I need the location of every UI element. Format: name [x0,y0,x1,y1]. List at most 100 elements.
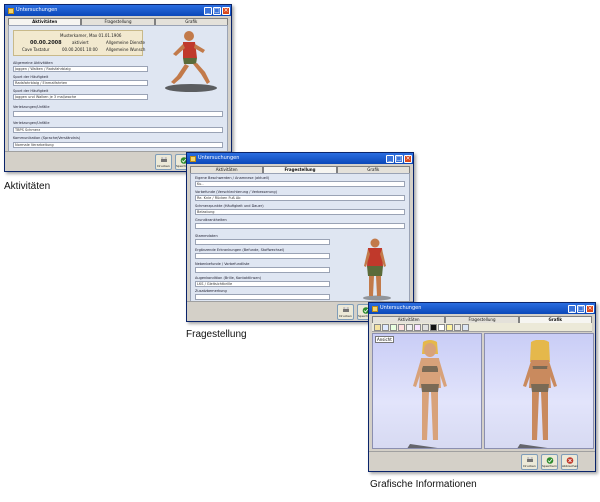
pen-icon[interactable] [398,323,405,331]
field-input[interactable]: Normale Verarbeitung [13,142,223,148]
tab-bar: Aktivitäten Fragestellung Grafik [372,316,592,323]
print-label: Drucken [339,314,352,318]
measure-icon[interactable] [406,323,413,331]
visit-sub1: Cave Tastatur [22,47,50,52]
field-label: Verletzungen/Unfälle [13,121,50,125]
field-label: Ergänzende Erkrankungen (Befunde, Stoffw… [195,248,285,252]
field-input[interactable]: Joggen und Walken je 3 mal/woche [13,94,148,100]
tab-bar: Aktivitäten Fragestellung Grafik [8,18,228,25]
field-label: Augenkondition (Brille, Kontaktlinsen) [195,276,262,280]
print-button[interactable]: Drucken [155,154,172,170]
close-icon[interactable]: × [586,304,594,313]
field-input[interactable]: LKS / Gleitsichtbrille [195,281,330,287]
close-icon[interactable]: × [404,154,412,163]
field-label: Allgemeine Aktivitäten [13,61,53,65]
field-input[interactable]: Ku.. [195,181,405,187]
field-input[interactable]: Belastung [195,209,405,215]
field-input[interactable]: Joggen / Walken / Radsfahrblaig [13,66,148,72]
maximize-icon[interactable]: □ [395,154,403,163]
print-button[interactable]: Drucken [521,454,538,470]
visit-date: 00.00.2008 [30,40,62,46]
app-icon [190,155,196,162]
viewport-tag[interactable]: Ansicht [375,336,394,343]
female-front-figure [407,340,447,448]
activities-titlebar[interactable]: Untersuchungen _ □ × [5,5,231,16]
brush-icon[interactable] [414,323,421,331]
field-label: Nebenbefunde / Vorbefundliste [195,262,250,266]
app-icon [8,7,14,14]
settings-icon[interactable] [454,323,461,331]
back-viewport[interactable] [484,333,594,449]
cancel-button[interactable]: Abbrechen [561,454,578,470]
field-label: Grundkrankheiten [195,218,227,222]
pan-icon[interactable] [390,323,397,331]
tab-activities[interactable]: Aktivitäten [8,18,82,25]
minimize-icon[interactable]: _ [204,6,212,15]
close-icon[interactable]: × [222,6,230,15]
check-icon [546,457,554,464]
graphics-window: Untersuchungen _ □ × Aktivitäten Fragest… [368,302,596,472]
field-label: Zusatzbemerkung [195,289,227,293]
standing-figure [363,238,391,301]
light-icon[interactable] [446,323,453,331]
activities-content: Musterkamer, Max 01.01.1906 00.00.2008 a… [8,25,228,152]
visit-col1: Allgemeine Dienste [106,40,145,45]
field-input[interactable]: Re. Knie / Rücken Fuß Ab [195,195,405,201]
print-button[interactable]: Drucken [337,304,354,320]
patient-name: Musterkamer, Max 01.01.1906 [60,33,122,38]
female-back-figure [517,340,557,448]
caption-questions: Fragestellung [186,329,247,340]
front-viewport[interactable]: Ansicht [372,333,482,449]
field-input[interactable]: Radsfahrblaig / Einmalfahrten [13,80,148,86]
field-input[interactable] [195,267,330,273]
tab-questions[interactable]: Fragestellung [445,316,519,323]
print-label: Drucken [157,164,170,168]
minimize-icon[interactable]: _ [568,304,576,313]
window-title: Untersuchungen [198,155,240,161]
graphics-titlebar[interactable]: Untersuchungen _ □ × [369,303,595,314]
tab-activities[interactable]: Aktivitäten [372,316,446,323]
visit-col2: Allgemeine Wunsch [106,47,146,52]
printer-icon [161,157,167,162]
field-label: Verletzungen/Unfälle [13,105,50,109]
tab-questions[interactable]: Fragestellung [81,18,155,25]
questions-content: Eigene Beschwerden / Anamnese (aktuell) … [190,173,410,302]
tab-activities[interactable]: Aktivitäten [190,166,264,173]
activities-window: Untersuchungen _ □ × Aktivitäten Fragest… [4,4,232,172]
rotate-icon[interactable] [374,323,381,331]
export-icon[interactable] [462,323,469,331]
zoom-icon[interactable] [382,323,389,331]
save-label: Speichern [542,464,557,468]
grid-icon[interactable] [438,323,445,331]
maximize-icon[interactable]: □ [213,6,221,15]
app-icon [372,305,378,312]
field-input[interactable] [195,294,330,300]
field-label: Eigene Beschwerden / Anamnese (aktuell) [195,176,270,180]
stage: Untersuchungen _ □ × Aktivitäten Fragest… [0,0,600,502]
minimize-icon[interactable]: _ [386,154,394,163]
cancel-icon [566,457,574,464]
print-label: Drucken [523,464,536,468]
save-button[interactable]: Speichern [541,454,558,470]
tab-questions[interactable]: Fragestellung [263,166,337,173]
maximize-icon[interactable]: □ [577,304,585,313]
tab-graphics[interactable]: Grafik [518,316,592,323]
tab-graphics[interactable]: Grafik [336,166,410,173]
field-input[interactable] [195,223,405,229]
printer-icon [343,307,349,312]
caption-activities: Aktivitäten [4,181,51,192]
field-label: Sport der Häufigkeit [13,89,49,93]
field-input[interactable] [195,253,330,259]
window-title: Untersuchungen [16,7,58,13]
printer-icon [527,457,533,462]
camera-icon[interactable] [422,323,429,331]
runner-figure [165,31,217,92]
tab-graphics[interactable]: Grafik [154,18,228,25]
field-input[interactable] [195,239,330,245]
field-input[interactable]: TBPS Schmerz [13,127,223,133]
view-icon[interactable] [430,323,437,331]
graphics-footer: Drucken Speichern Abbrechen [369,451,595,471]
questions-titlebar[interactable]: Untersuchungen _ □ × [187,153,413,164]
field-input[interactable] [13,111,223,117]
field-label: Vorbefunde (Verschlechterung / Verbesser… [195,190,277,194]
